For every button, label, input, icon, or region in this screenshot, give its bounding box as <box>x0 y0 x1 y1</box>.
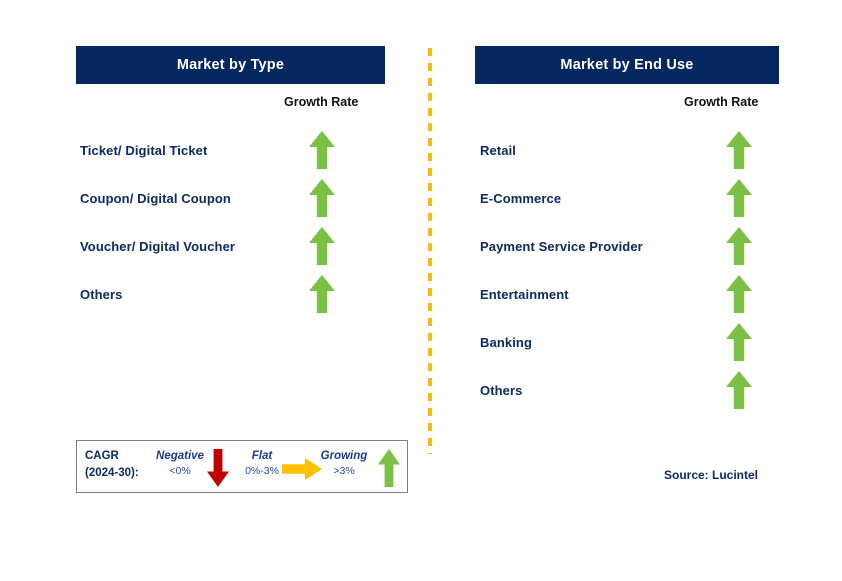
source-label: Source: Lucintel <box>664 468 759 482</box>
legend-item-growing: Growing >3% <box>309 449 379 479</box>
row-label: Payment Service Provider <box>480 238 643 254</box>
row-label: Retail <box>480 142 517 158</box>
row-label: E-Commerce <box>480 190 562 206</box>
row-label: Banking <box>480 334 532 350</box>
row-market-by-type-1: Coupon/ Digital Coupon <box>76 174 385 222</box>
legend-growing-title: Growing <box>320 450 368 462</box>
legend-cagr-line1: CAGR <box>85 450 119 462</box>
row-label: Ticket/ Digital Ticket <box>80 142 208 158</box>
row-market-by-end-use-1: E-Commerce <box>475 174 779 222</box>
legend-negative-title: Negative <box>156 450 204 462</box>
arrow-up-green-icon <box>309 227 335 265</box>
row-market-by-end-use-4: Banking <box>475 318 779 366</box>
legend-growing-range: >3% <box>333 465 355 477</box>
row-market-by-type-2: Voucher/ Digital Voucher <box>76 222 385 270</box>
arrow-up-green-icon <box>309 179 335 217</box>
row-market-by-type-0: Ticket/ Digital Ticket <box>76 126 385 174</box>
arrow-up-green-icon <box>309 131 335 169</box>
arrow-up-green-icon <box>726 131 752 169</box>
panel-header-market-by-type: Market by Type <box>76 46 385 84</box>
arrow-up-green-icon <box>726 275 752 313</box>
growth-rate-header-right: Growth Rate <box>684 95 759 109</box>
row-label: Coupon/ Digital Coupon <box>80 190 231 206</box>
growth-rate-header-left: Growth Rate <box>284 95 359 109</box>
vertical-dashed-divider <box>428 48 432 454</box>
panel-market-by-end-use: Market by End Use <box>475 46 779 84</box>
row-label: Voucher/ Digital Voucher <box>80 238 236 254</box>
cagr-legend: CAGR (2024-30): Negative <0% Flat 0%-3% <box>76 440 408 493</box>
row-label: Others <box>480 382 523 398</box>
panel-header-market-by-end-use: Market by End Use <box>475 46 779 84</box>
arrow-up-green-icon <box>726 323 752 361</box>
panel-market-by-type: Market by Type <box>76 46 385 84</box>
rows-market-by-end-use: Retail E-Commerce Payment Service Provider… <box>475 126 779 414</box>
row-market-by-type-3: Others <box>76 270 385 318</box>
arrow-up-green-icon <box>378 449 400 487</box>
arrow-up-green-icon <box>726 179 752 217</box>
row-label: Entertainment <box>480 286 569 302</box>
rows-market-by-type: Ticket/ Digital Ticket Coupon/ Digital Co… <box>76 126 385 318</box>
row-market-by-end-use-0: Retail <box>475 126 779 174</box>
row-label: Others <box>80 286 123 302</box>
row-market-by-end-use-3: Entertainment <box>475 270 779 318</box>
arrow-up-green-icon <box>726 371 752 409</box>
legend-cagr-label: CAGR (2024-30): <box>85 448 139 482</box>
legend-negative-range: <0% <box>169 465 191 477</box>
arrow-down-red-icon <box>207 449 229 487</box>
row-market-by-end-use-2: Payment Service Provider <box>475 222 779 270</box>
legend-cagr-line2: (2024-30): <box>85 467 139 479</box>
infographic-canvas: Market by Type Growth Rate Ticket/ Digit… <box>0 0 842 581</box>
arrow-up-green-icon <box>726 227 752 265</box>
row-market-by-end-use-5: Others <box>475 366 779 414</box>
legend-item-negative: Negative <0% <box>149 449 211 479</box>
arrow-up-green-icon <box>309 275 335 313</box>
